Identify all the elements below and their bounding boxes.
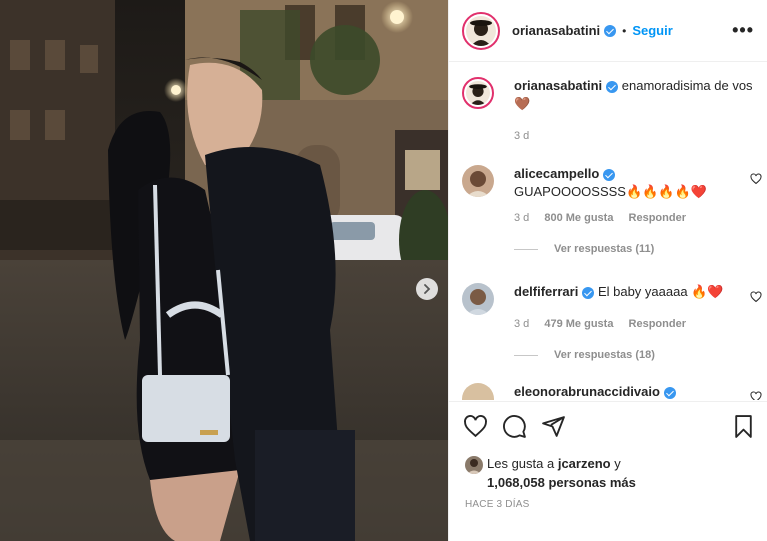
bookmark-icon[interactable]: [731, 414, 756, 439]
liker-username[interactable]: jcarzeno: [558, 456, 611, 471]
comment-username[interactable]: eleonorabrunaccidivaio: [514, 384, 660, 399]
view-replies-button[interactable]: Ver respuestas (18): [514, 349, 762, 361]
likes-summary: Les gusta a jcarzeno y 1,068,058 persona…: [465, 455, 636, 492]
verified-icon: [582, 286, 595, 299]
liker-avatar[interactable]: [465, 455, 483, 474]
heart-icon[interactable]: [750, 391, 762, 400]
comment-username[interactable]: delfiferrari: [514, 284, 578, 299]
verified-icon: [663, 386, 676, 399]
likes-count[interactable]: 1,068,058 personas más: [487, 475, 636, 490]
chevron-right-icon: [424, 284, 431, 294]
replies-divider: [514, 248, 538, 250]
comment-item: eleonorabrunaccidivaio: [462, 383, 762, 400]
separator-dot: •: [622, 23, 627, 38]
comment-text: El baby yaaaaa 🔥❤️: [597, 284, 724, 299]
follow-button[interactable]: Seguir: [632, 23, 672, 38]
more-icon[interactable]: •••: [732, 20, 754, 41]
header-username[interactable]: orianasabatini: [512, 23, 600, 38]
heart-icon[interactable]: [463, 414, 488, 439]
commenter-avatar[interactable]: [462, 283, 494, 315]
comment-time[interactable]: 3 d: [514, 212, 529, 224]
view-replies-label: Ver respuestas (18): [554, 349, 655, 361]
comment-username[interactable]: alicecampello: [514, 166, 599, 181]
verified-icon: [606, 80, 619, 93]
reply-button[interactable]: Responder: [629, 212, 686, 224]
avatar[interactable]: [462, 11, 500, 50]
likes-prefix: Les gusta a: [487, 456, 555, 471]
replies-divider: [514, 354, 538, 356]
verified-icon: [604, 24, 617, 37]
verified-icon: [603, 168, 616, 181]
caption-avatar[interactable]: [462, 77, 494, 109]
view-replies-button[interactable]: Ver respuestas (11): [514, 243, 762, 255]
comment-text: GUAPOOOOSSSS🔥🔥🔥🔥❤️: [514, 184, 707, 199]
avatar-image: [466, 15, 496, 46]
comments-list[interactable]: orianasabatini enamoradisima de vos 🤎 3 …: [449, 63, 767, 400]
post-photo[interactable]: [0, 0, 448, 541]
likes-conj: y: [614, 456, 621, 471]
commenter-avatar[interactable]: [462, 165, 494, 197]
post-timestamp[interactable]: HACE 3 DÍAS: [465, 499, 529, 510]
view-replies-label: Ver respuestas (11): [554, 243, 655, 255]
heart-icon[interactable]: [750, 173, 762, 185]
heart-icon[interactable]: [750, 291, 762, 303]
comment-likes[interactable]: 479 Me gusta: [544, 318, 613, 330]
caption: orianasabatini enamoradisima de vos 🤎 3 …: [462, 77, 762, 145]
next-photo-button[interactable]: [416, 278, 438, 300]
photo-image: [0, 0, 448, 541]
post-header: orianasabatini • Seguir •••: [449, 0, 767, 62]
comment-likes[interactable]: 800 Me gusta: [544, 212, 613, 224]
caption-username[interactable]: orianasabatini: [514, 78, 602, 93]
commenter-avatar[interactable]: [462, 383, 494, 400]
reply-button[interactable]: Responder: [629, 318, 686, 330]
comment-item: alicecampello GUAPOOOOSSSS🔥🔥🔥🔥❤️ 3 d 800…: [462, 165, 762, 255]
share-icon[interactable]: [541, 414, 566, 439]
post-panel: orianasabatini • Seguir ••• orianasabati…: [448, 0, 767, 541]
comment-item: delfiferrari El baby yaaaaa 🔥❤️ 3 d 479 …: [462, 283, 762, 361]
comment-icon[interactable]: [502, 414, 527, 439]
post-actions: Les gusta a jcarzeno y 1,068,058 persona…: [449, 401, 767, 541]
comment-time[interactable]: 3 d: [514, 318, 529, 330]
caption-time[interactable]: 3 d: [514, 130, 529, 142]
